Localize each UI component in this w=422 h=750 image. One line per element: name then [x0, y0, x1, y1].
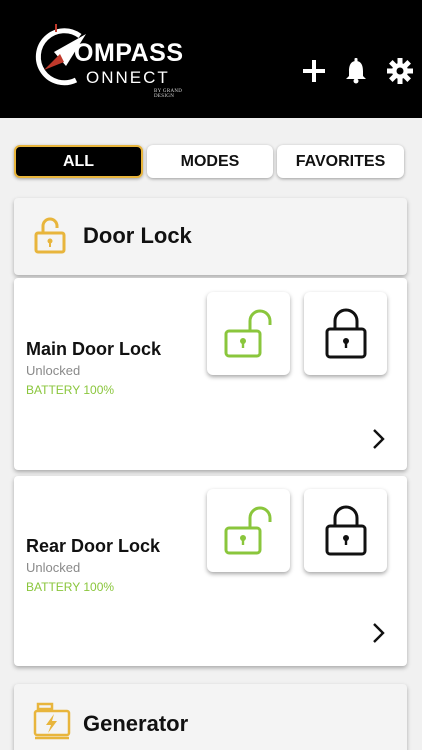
section-title-door-lock: Door Lock	[83, 223, 192, 248]
locked-padlock-icon	[325, 505, 366, 555]
app-header: OMPASS ONNECT BY GRAND DESIGN	[0, 0, 422, 118]
section-generator[interactable]: Generator	[14, 684, 407, 750]
section-door-lock[interactable]: Door Lock	[14, 198, 407, 275]
device-name: Main Door Lock	[26, 339, 162, 359]
unlock-button[interactable]	[207, 489, 290, 572]
device-name: Rear Door Lock	[26, 536, 161, 556]
compass-connect-logo: OMPASS ONNECT BY GRAND DESIGN	[34, 22, 194, 102]
filter-tabs: ALL MODES FAVORITES	[14, 145, 404, 178]
lock-button[interactable]	[304, 292, 387, 375]
logo-tagline: BY GRAND DESIGN	[154, 89, 183, 99]
device-battery: BATTERY 100%	[26, 580, 115, 594]
section-title-generator: Generator	[83, 711, 189, 736]
device-status: Unlocked	[26, 560, 81, 575]
logo-sub-text: ONNECT	[86, 68, 170, 87]
gear-icon[interactable]	[387, 58, 413, 84]
unlocked-padlock-icon	[224, 309, 271, 357]
bell-icon[interactable]	[344, 58, 370, 84]
generator-icon	[32, 702, 72, 742]
device-card-rear-door-lock[interactable]: Rear Door Lock Unlocked BATTERY 100%	[14, 476, 407, 666]
lock-button[interactable]	[304, 489, 387, 572]
tab-all[interactable]: ALL	[14, 145, 143, 178]
plus-icon[interactable]	[301, 58, 327, 84]
tab-modes[interactable]: MODES	[147, 145, 273, 178]
device-card-main-door-lock[interactable]: Main Door Lock Unlocked BATTERY 100%	[14, 278, 407, 470]
device-battery: BATTERY 100%	[26, 383, 115, 397]
logo-main-text: OMPASS	[74, 39, 184, 67]
padlock-icon	[34, 216, 66, 254]
device-status: Unlocked	[26, 363, 81, 378]
chevron-right-icon[interactable]	[371, 428, 385, 450]
tab-favorites[interactable]: FAVORITES	[277, 145, 404, 178]
unlock-button[interactable]	[207, 292, 290, 375]
chevron-right-icon[interactable]	[371, 622, 385, 644]
locked-padlock-icon	[325, 308, 366, 358]
unlocked-padlock-icon	[224, 506, 271, 554]
